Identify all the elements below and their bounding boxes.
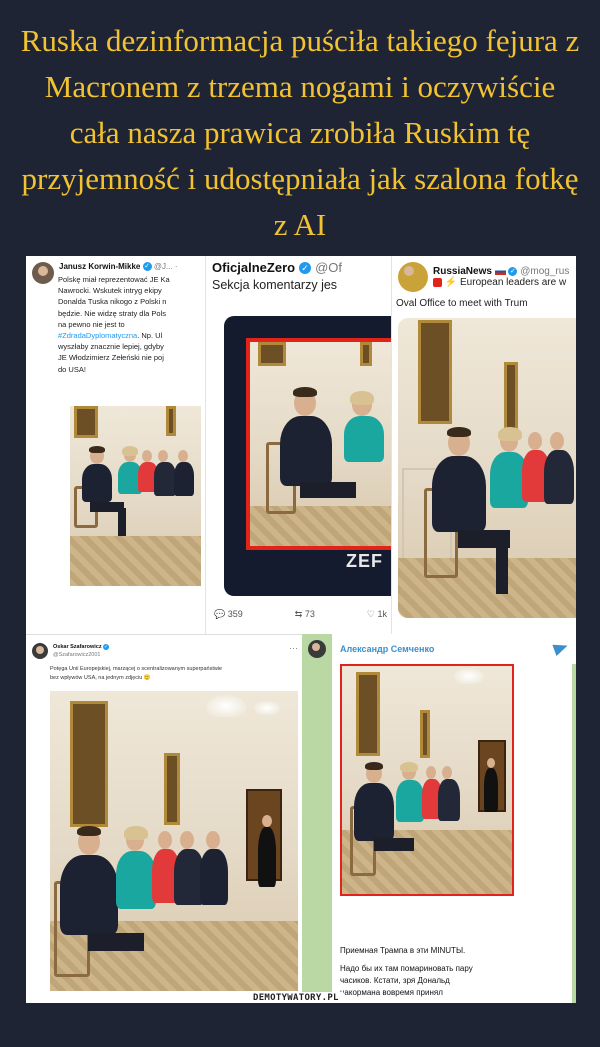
tweet-text: Sekcja komentarzy jes bbox=[212, 278, 338, 292]
tweet-text-2: Oval Office to meet with Trum bbox=[396, 298, 528, 309]
tweet-korwin-mikke: Janusz Korwin-Mikke ✓ @J... · Polskę mia… bbox=[26, 256, 205, 634]
tweet-oskar-szafarowicz: Oskar Szafarowicz ✓ @Szafarowicz2001 ···… bbox=[26, 634, 302, 1003]
meme-collage: Janusz Korwin-Mikke ✓ @J... · Polskę mia… bbox=[26, 256, 576, 1003]
author-handle: @Szafarowicz2001 bbox=[53, 652, 101, 658]
avatar bbox=[398, 262, 428, 292]
photo-leaders-reception bbox=[342, 666, 512, 894]
message-text: Приемная Трампа в эти MINUTЫ. Надо бы их… bbox=[340, 946, 473, 997]
avatar bbox=[32, 643, 48, 659]
photo-leaders-corridor bbox=[50, 691, 298, 991]
tweet-text: Potęga Unii Europejskiej, marzącej o sce… bbox=[50, 666, 223, 681]
author-handle: @Of bbox=[315, 260, 342, 275]
tweet-text: Polskę miał reprezentować JE Ka Nawrocki… bbox=[58, 275, 170, 374]
repost-button[interactable]: ⇆ 73 bbox=[295, 609, 315, 620]
headline: Ruska dezinformacja puściła takiego feju… bbox=[20, 23, 580, 242]
send-icon[interactable] bbox=[552, 639, 570, 657]
author-name: Oskar Szafarowicz bbox=[53, 644, 102, 650]
lightning-icon: ⚡ bbox=[444, 277, 458, 288]
channel-logo: ZEF bbox=[346, 551, 383, 571]
reply-button[interactable]: 💬 359 bbox=[214, 609, 243, 620]
tweet-header: RussiaNews ✓ @mog_rus ⚡ European leaders… bbox=[392, 256, 576, 292]
telegram-message: Приемная Трампа в эти MINUTЫ. Надо бы их… bbox=[332, 664, 572, 1003]
telegram-post: Александр Семченко Приемная Трампа в эти… bbox=[302, 634, 576, 1003]
verified-icon: ✓ bbox=[508, 266, 518, 276]
tweet-russia-news: RussiaNews ✓ @mog_rus ⚡ European leaders… bbox=[392, 256, 576, 634]
author-handle: @mog_rus bbox=[520, 266, 570, 277]
alert-icon bbox=[433, 277, 442, 287]
tweet-actions: 💬 359 ⇆ 73 ♡ 1k bbox=[214, 609, 387, 620]
author-handle: @J... · bbox=[153, 262, 178, 271]
telegram-header: Александр Семченко bbox=[332, 634, 576, 664]
photo-leaders-oval-office bbox=[398, 318, 576, 618]
site-watermark: DEMOTYWATORY.PL bbox=[248, 992, 344, 1003]
verified-icon: ✓ bbox=[299, 261, 312, 274]
author-name: RussiaNews bbox=[433, 266, 492, 277]
author-name: Janusz Korwin-Mikke bbox=[59, 262, 141, 271]
author-name: OficjalneZero bbox=[212, 260, 296, 275]
russian-flag-icon bbox=[494, 267, 506, 275]
channel-name: Александр Семченко bbox=[340, 644, 435, 654]
photo-leaders-waiting bbox=[70, 406, 201, 586]
tweet-header: Oskar Szafarowicz ✓ @Szafarowicz2001 ··· bbox=[26, 635, 302, 659]
photo-macron-seated bbox=[250, 342, 391, 546]
repost-icon: ⇆ bbox=[294, 609, 303, 619]
tweet-text-1: European leaders are w bbox=[460, 277, 567, 288]
highlight-frame bbox=[340, 664, 514, 896]
embedded-video[interactable]: ZEF bbox=[224, 316, 391, 596]
heart-icon: ♡ bbox=[366, 609, 375, 619]
verified-icon: ✓ bbox=[142, 262, 152, 272]
like-button[interactable]: ♡ 1k bbox=[367, 609, 387, 620]
avatar bbox=[308, 640, 326, 658]
verified-icon: ✓ bbox=[103, 643, 110, 650]
more-options-icon[interactable]: ··· bbox=[289, 643, 298, 653]
tweet-oficjalne-zero: OficjalneZero ✓ @Of Sekcja komentarzy je… bbox=[205, 256, 392, 634]
avatar bbox=[32, 262, 54, 284]
reply-icon: 💬 bbox=[214, 609, 226, 619]
hashtag-link[interactable]: #ZdradaDyplomatyczna bbox=[58, 331, 137, 340]
tweet-header: OficjalneZero ✓ @Of bbox=[212, 260, 342, 275]
